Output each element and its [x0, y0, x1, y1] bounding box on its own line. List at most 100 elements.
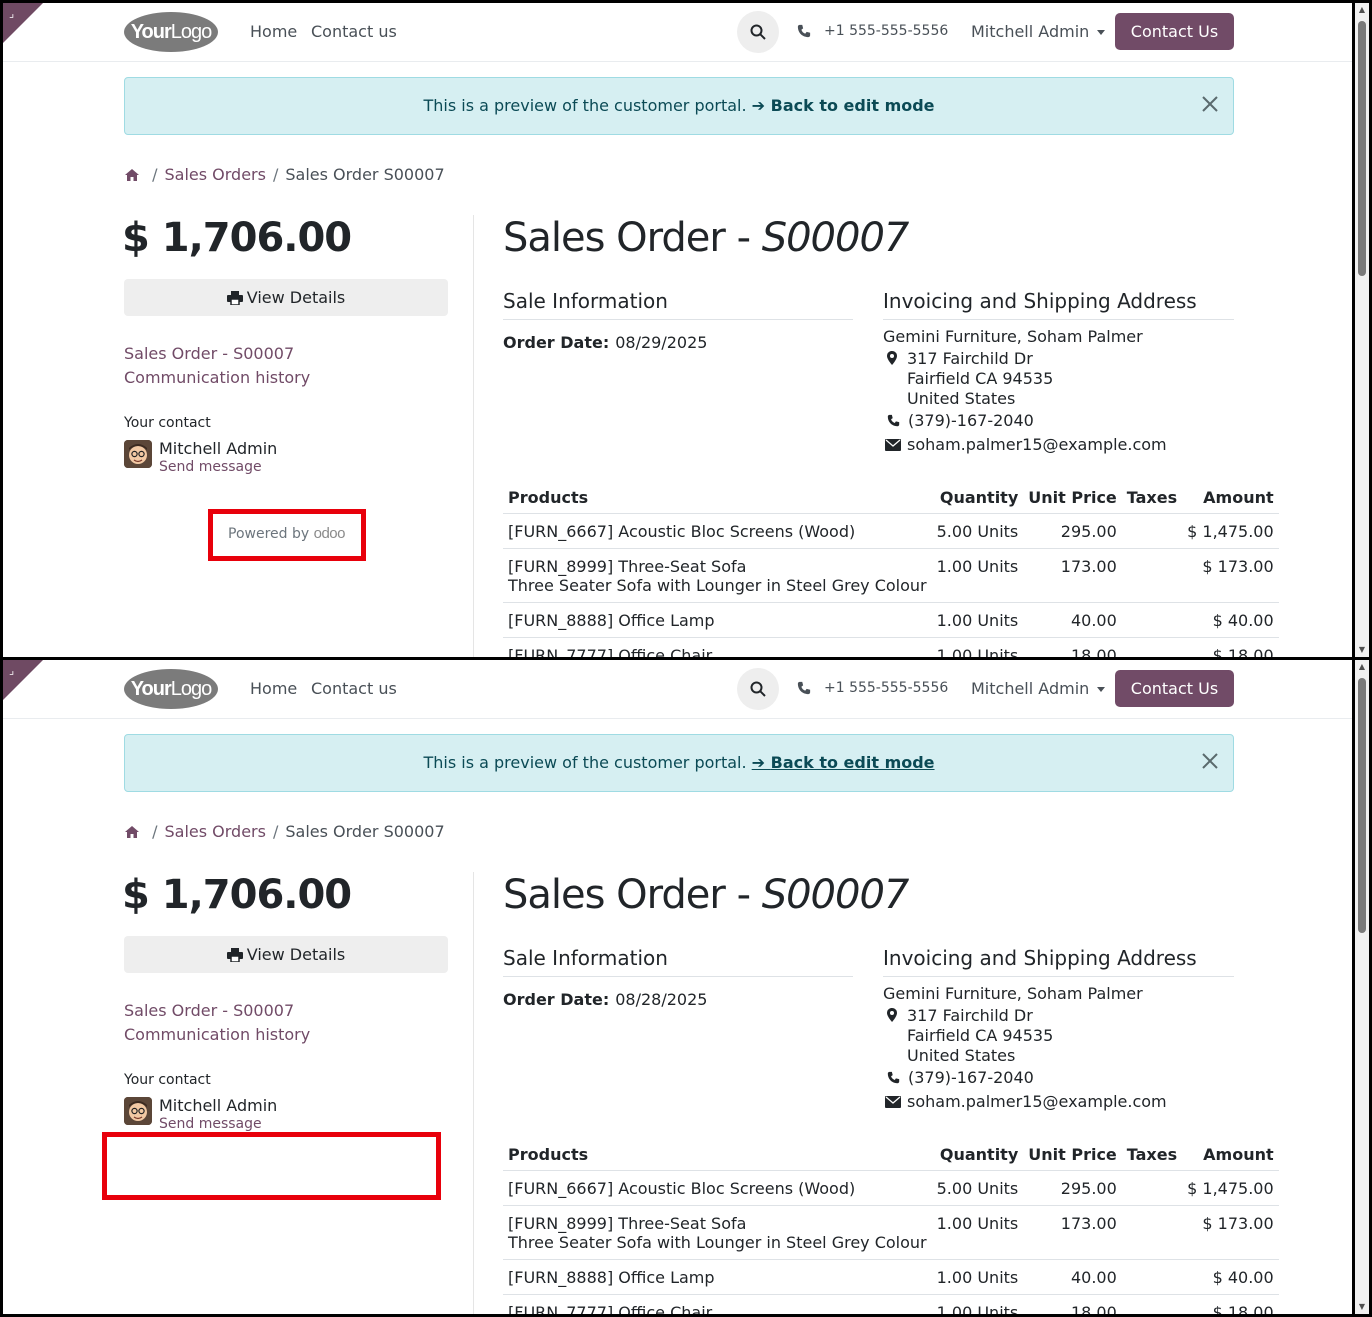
contact-us-button[interactable]: Contact Us — [1115, 670, 1234, 707]
column-divider — [473, 872, 474, 1314]
site-header: YourLogo Home Contact us +1 555-555-5556… — [3, 3, 1352, 62]
col-unit-price: Unit Price — [1023, 1137, 1122, 1171]
view-details-button[interactable]: View Details — [124, 279, 448, 316]
scroll-up-icon[interactable]: ▲ — [1355, 3, 1369, 17]
table-header-row: Products Quantity Unit Price Taxes Amoun… — [503, 480, 1279, 514]
product-amount: $ 173.00 — [1182, 548, 1279, 603]
scrollbar-thumb[interactable] — [1358, 678, 1366, 933]
site-logo[interactable]: YourLogo — [124, 669, 218, 709]
product-qty: 1.00 Units — [931, 1205, 1024, 1260]
contact-name: Mitchell Admin — [159, 439, 278, 458]
home-icon[interactable] — [124, 825, 140, 839]
sidebar-link-communication[interactable]: Communication history — [124, 368, 310, 387]
nav-contact-us[interactable]: Contact us — [311, 679, 397, 698]
breadcrumb-sales-orders[interactable]: Sales Orders — [164, 822, 265, 841]
highlight-box — [208, 509, 366, 561]
column-divider — [473, 215, 474, 657]
product-qty: 1.00 Units — [931, 602, 1024, 638]
table-row: [FURN_8999] Three-Seat Sofa Three Seater … — [503, 548, 1279, 603]
order-date: Order Date: 08/28/2025 — [503, 990, 708, 1009]
breadcrumb-sales-orders[interactable]: Sales Orders — [164, 165, 265, 184]
product-taxes — [1121, 1259, 1183, 1295]
alert-message: This is a preview of the customer portal… — [423, 753, 935, 772]
address-city: Fairfield CA 94535 — [907, 1026, 1054, 1045]
product-description: Three Seater Sofa with Lounger in Steel … — [508, 1233, 927, 1252]
address-email[interactable]: soham.palmer15@example.com — [907, 1092, 1167, 1111]
address-city: Fairfield CA 94535 — [907, 369, 1054, 388]
product-taxes — [1121, 1294, 1183, 1314]
scroll-up-icon[interactable]: ▲ — [1355, 660, 1369, 674]
send-message-link[interactable]: Send message — [159, 1116, 262, 1132]
page-title: Sales Order - S00007 — [503, 215, 909, 261]
user-menu-label: Mitchell Admin — [971, 679, 1090, 698]
preview-alert: This is a preview of the customer portal… — [124, 77, 1234, 135]
address-name: Gemini Furniture, Soham Palmer — [883, 984, 1143, 1003]
scrollbar[interactable]: ▲ ▼ — [1355, 660, 1369, 1314]
sidebar-link-communication[interactable]: Communication history — [124, 1025, 310, 1044]
product-amount: $ 40.00 — [1182, 1259, 1279, 1295]
search-icon — [750, 24, 766, 40]
close-icon[interactable] — [1201, 752, 1219, 770]
site-logo[interactable]: YourLogo — [124, 12, 218, 52]
address-name: Gemini Furniture, Soham Palmer — [883, 327, 1143, 346]
back-to-edit-link[interactable]: ➔ Back to edit mode — [752, 96, 935, 115]
product-amount: $ 1,475.00 — [1182, 1170, 1279, 1206]
page-pane-bottom: YourLogo Home Contact us +1 555-555-5556… — [3, 660, 1352, 1314]
page-pane-top: YourLogo Home Contact us +1 555-555-5556… — [3, 3, 1352, 657]
printer-icon — [226, 948, 243, 963]
address-email[interactable]: soham.palmer15@example.com — [907, 435, 1167, 454]
product-amount: $ 40.00 — [1182, 602, 1279, 638]
contact-us-button[interactable]: Contact Us — [1115, 13, 1234, 50]
close-icon[interactable] — [1201, 95, 1219, 113]
product-name: [FURN_8888] Office Lamp — [503, 1259, 932, 1295]
col-quantity: Quantity — [931, 480, 1024, 514]
sale-information-title: Sale Information — [503, 946, 853, 977]
product-name: [FURN_6667] Acoustic Bloc Screens (Wood) — [503, 1170, 932, 1206]
back-to-edit-link[interactable]: ➔ Back to edit mode — [752, 753, 935, 772]
breadcrumb-current: Sales Order S00007 — [285, 822, 445, 841]
product-price: 40.00 — [1023, 1259, 1122, 1295]
search-button[interactable] — [737, 11, 779, 53]
map-marker-icon — [887, 1008, 897, 1022]
product-amount: $ 18.00 — [1182, 1294, 1279, 1314]
col-taxes: Taxes — [1121, 480, 1183, 514]
address-phone: (379)-167-2040 — [908, 1068, 1034, 1087]
user-menu[interactable]: Mitchell Admin — [971, 679, 1106, 698]
breadcrumb: / Sales Orders / Sales Order S00007 — [124, 165, 445, 184]
phone-number[interactable]: +1 555-555-5556 — [824, 680, 948, 696]
product-taxes — [1121, 602, 1183, 638]
order-date: Order Date: 08/29/2025 — [503, 333, 708, 352]
product-name: [FURN_7777] Office Chair — [503, 1294, 932, 1314]
product-taxes — [1121, 1170, 1183, 1206]
collapse-icon: ⌟ — [9, 664, 15, 677]
col-quantity: Quantity — [931, 1137, 1024, 1171]
nav-home[interactable]: Home — [250, 679, 297, 698]
home-icon[interactable] — [124, 168, 140, 182]
nav-contact-us[interactable]: Contact us — [311, 22, 397, 41]
sidebar-link-sales-order[interactable]: Sales Order - S00007 — [124, 1001, 294, 1020]
phone-number[interactable]: +1 555-555-5556 — [824, 23, 948, 39]
send-message-link[interactable]: Send message — [159, 459, 262, 475]
address-title: Invoicing and Shipping Address — [883, 289, 1234, 320]
phone-icon — [887, 414, 900, 427]
address-street: 317 Fairchild Dr — [907, 349, 1033, 368]
nav-home[interactable]: Home — [250, 22, 297, 41]
printer-icon — [226, 291, 243, 306]
collapse-icon: ⌟ — [9, 7, 15, 20]
scrollbar-thumb[interactable] — [1358, 21, 1366, 276]
product-taxes — [1121, 548, 1183, 603]
scrollbar[interactable]: ▲ ▼ — [1355, 3, 1369, 657]
search-button[interactable] — [737, 668, 779, 710]
product-taxes — [1121, 1205, 1183, 1260]
product-price: 295.00 — [1023, 1170, 1122, 1206]
col-products: Products — [503, 480, 932, 514]
product-qty: 5.00 Units — [931, 513, 1024, 549]
view-details-button[interactable]: View Details — [124, 936, 448, 973]
scroll-down-icon[interactable]: ▼ — [1355, 643, 1369, 657]
avatar — [124, 1097, 152, 1125]
address-country: United States — [907, 1046, 1016, 1065]
sidebar-link-sales-order[interactable]: Sales Order - S00007 — [124, 344, 294, 363]
table-row: [FURN_8888] Office Lamp 1.00 Units 40.00… — [503, 1259, 1279, 1295]
scroll-down-icon[interactable]: ▼ — [1355, 1300, 1369, 1314]
user-menu[interactable]: Mitchell Admin — [971, 22, 1106, 41]
